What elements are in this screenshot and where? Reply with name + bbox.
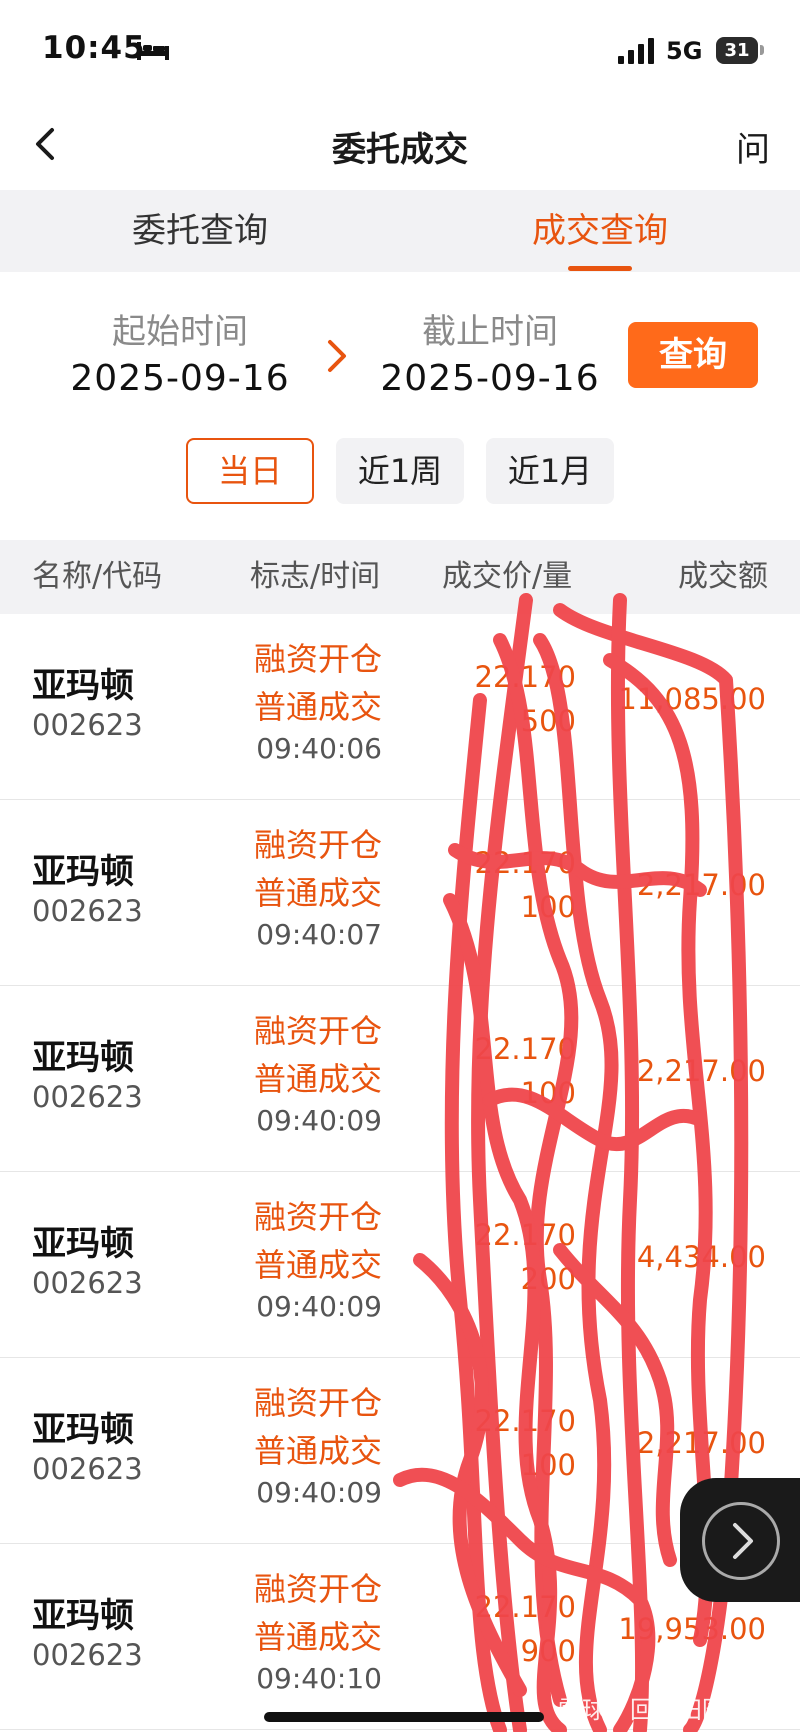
stock-name: 亚玛顿 — [32, 1410, 134, 1450]
stock-name: 亚玛顿 — [32, 1224, 134, 1264]
end-date-field[interactable]: 2025-09-16 — [360, 358, 620, 399]
trade-amount: 2,217.00 — [636, 1426, 766, 1460]
trade-flag: 融资开仓 — [253, 1012, 382, 1050]
trade-flag: 融资开仓 — [253, 1384, 382, 1422]
table-row[interactable]: 亚玛顿 002623 融资开仓 普通成交 09:40:09 22.170 200… — [0, 1172, 800, 1358]
table-row[interactable]: 亚玛顿 002623 融资开仓 普通成交 09:40:09 22.170 100… — [0, 986, 800, 1172]
source-watermark: 雪球：回归田园wl — [558, 1696, 753, 1724]
active-tab-indicator — [568, 266, 632, 271]
trade-quantity: 500 — [520, 704, 576, 738]
start-date-field[interactable]: 2025-09-16 — [50, 358, 310, 399]
stock-code: 002623 — [32, 894, 143, 928]
trade-flag: 融资开仓 — [253, 826, 382, 864]
trade-subtype: 普通成交 — [253, 1246, 382, 1284]
trade-amount: 4,434.00 — [636, 1240, 766, 1274]
trade-price: 22.170 — [474, 1032, 576, 1066]
trade-quantity: 200 — [520, 1262, 576, 1296]
trade-time: 09:40:07 — [256, 918, 382, 951]
filter-month-button[interactable]: 近1月 — [486, 438, 614, 504]
trade-quantity: 100 — [520, 1076, 576, 1110]
end-date-label: 截止时间 — [422, 312, 558, 352]
sleep-focus-icon — [137, 42, 169, 60]
table-row[interactable]: 亚玛顿 002623 融资开仓 普通成交 09:40:06 22.170 500… — [0, 614, 800, 800]
chevron-right-circle-icon — [702, 1502, 780, 1580]
trade-price: 22.170 — [474, 660, 576, 694]
header-price-qty: 成交价/量 — [442, 559, 573, 594]
date-range-selector: 起始时间 2025-09-16 截止时间 2025-09-16 查询 — [0, 272, 800, 422]
table-row[interactable]: 亚玛顿 002623 融资开仓 普通成交 09:40:07 22.170 100… — [0, 800, 800, 986]
stock-name: 亚玛顿 — [32, 852, 134, 892]
home-indicator — [264, 1712, 544, 1722]
trade-time: 09:40:10 — [256, 1662, 382, 1695]
trade-price: 22.170 — [474, 1404, 576, 1438]
start-date-label: 起始时间 — [112, 312, 248, 352]
trade-flag: 融资开仓 — [253, 1198, 382, 1236]
tab-trade-query[interactable]: 成交查询 — [400, 190, 800, 272]
trade-time: 09:40:09 — [256, 1476, 382, 1509]
stock-name: 亚玛顿 — [32, 1596, 134, 1636]
header-amount: 成交额 — [678, 559, 768, 594]
trade-subtype: 普通成交 — [253, 874, 382, 912]
stock-code: 002623 — [32, 708, 143, 742]
status-bar: 10:45 5G 31 — [0, 0, 800, 100]
trade-time: 09:40:09 — [256, 1104, 382, 1137]
table-header: 名称/代码 标志/时间 成交价/量 成交额 — [0, 540, 800, 614]
trade-quantity: 100 — [520, 1448, 576, 1482]
tab-order-query[interactable]: 委托查询 — [0, 190, 400, 272]
trade-amount: 19,953.00 — [618, 1612, 766, 1646]
navigation-bar: 委托成交 问 — [0, 100, 800, 190]
stock-code: 002623 — [32, 1638, 143, 1672]
trade-price: 22.170 — [474, 1218, 576, 1252]
trade-amount: 2,217.00 — [636, 1054, 766, 1088]
tab-bar: 委托查询 成交查询 — [0, 190, 800, 272]
trade-flag: 融资开仓 — [253, 640, 382, 678]
trade-time: 09:40:06 — [256, 732, 382, 765]
chevron-right-icon — [328, 340, 346, 372]
status-time: 10:45 — [42, 30, 146, 66]
trade-quantity: 100 — [520, 890, 576, 924]
header-flag-time: 标志/时间 — [250, 559, 381, 594]
trade-query-screen: 10:45 5G 31 委托成交 问 委托查询 成交查询 起始时间 2025-0… — [0, 0, 800, 1732]
help-button[interactable]: 问 — [736, 122, 770, 171]
trade-quantity: 900 — [520, 1634, 576, 1668]
trade-flag: 融资开仓 — [253, 1570, 382, 1608]
stock-code: 002623 — [32, 1452, 143, 1486]
stock-code: 002623 — [32, 1080, 143, 1114]
trade-amount: 11,085.00 — [618, 682, 766, 716]
trade-time: 09:40:09 — [256, 1290, 382, 1323]
trade-price: 22.170 — [474, 1590, 576, 1624]
filter-today-button[interactable]: 当日 — [186, 438, 314, 504]
trade-subtype: 普通成交 — [253, 1618, 382, 1656]
header-name-code: 名称/代码 — [32, 559, 163, 594]
cellular-signal-icon — [618, 38, 654, 64]
stock-code: 002623 — [32, 1266, 143, 1300]
quick-date-filters: 当日 近1周 近1月 — [0, 438, 800, 508]
query-button[interactable]: 查询 — [628, 322, 758, 388]
trade-price: 22.170 — [474, 846, 576, 880]
trade-subtype: 普通成交 — [253, 688, 382, 726]
network-type: 5G — [666, 37, 703, 65]
battery-icon: 31 — [716, 37, 758, 64]
trade-subtype: 普通成交 — [253, 1060, 382, 1098]
trade-amount: 2,217.00 — [636, 868, 766, 902]
floating-next-button[interactable] — [680, 1478, 800, 1602]
battery-level: 31 — [724, 40, 750, 61]
trade-subtype: 普通成交 — [253, 1432, 382, 1470]
stock-name: 亚玛顿 — [32, 1038, 134, 1078]
filter-week-button[interactable]: 近1周 — [336, 438, 464, 504]
battery-cap — [760, 45, 764, 55]
page-title: 委托成交 — [332, 130, 468, 170]
stock-name: 亚玛顿 — [32, 666, 134, 706]
